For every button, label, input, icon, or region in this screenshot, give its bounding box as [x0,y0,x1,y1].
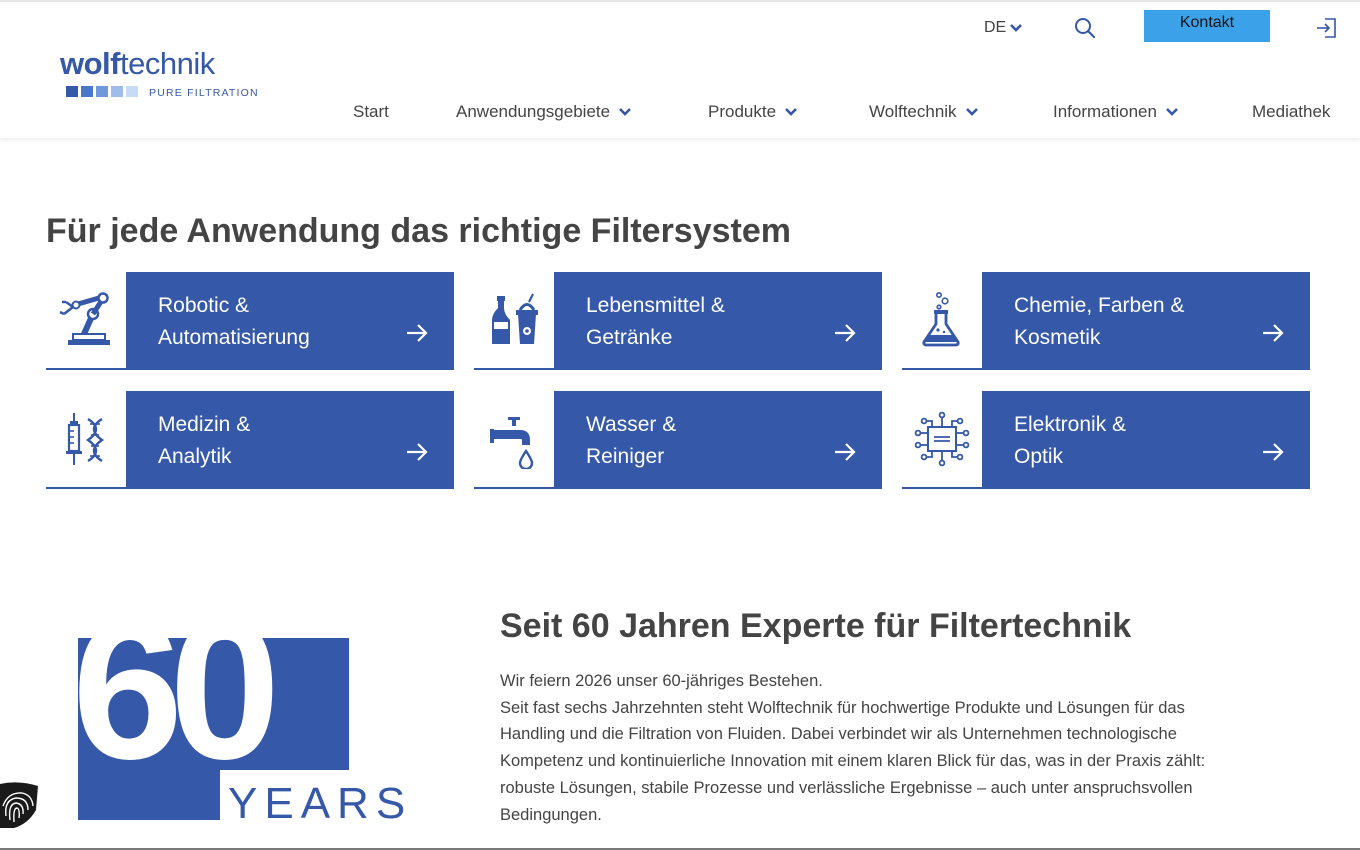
circuit-icon [914,411,970,467]
chevron-down-icon [619,108,631,116]
site-header: wolftechnik PURE FILTRATION DE Kontakt S… [0,0,1360,138]
syringe-dna-icon [66,413,105,465]
tile-chemie[interactable]: Chemie, Farben & Kosmetik [902,272,1312,370]
tile-label: Chemie, Farben & Kosmetik [1014,294,1185,349]
nav-label: Informationen [1053,102,1157,121]
arrow-right-icon [1263,324,1284,342]
tile-label: Elektronik & Optik [1014,413,1127,468]
tile-icon-box [902,272,982,370]
tile-panel: Elektronik & Optik [982,391,1310,489]
tile-label: Robotic & Automatisierung [158,294,310,349]
arrow-right-icon [407,324,428,342]
main-navigation: Start Anwendungsgebiete Produkte Wolftec… [0,102,1360,124]
logo-square [111,86,123,97]
logo-square [81,86,93,97]
language-selector[interactable]: DE [984,19,1023,37]
tile-panel: Wasser & Reiniger [554,391,882,489]
search-icon[interactable] [1073,16,1097,40]
logo-squares [66,86,138,97]
nav-label: Anwendungsgebiete [456,102,611,121]
paragraph-line: Handling und die Filtration von Fluiden.… [500,725,1177,744]
robot-arm-icon [59,292,110,345]
nav-item-start[interactable]: Start [353,102,389,122]
arrow-right-icon [835,443,856,461]
tile-panel: Chemie, Farben & Kosmetik [982,272,1310,370]
tile-label: Lebensmittel & Getränke [586,294,725,349]
nav-label: Wolftechnik [869,102,957,121]
tile-elektronik[interactable]: Elektronik & Optik [902,391,1312,489]
tile-icon-box [46,272,126,370]
chevron-down-icon [1010,24,1023,32]
applications-heading: Für jede Anwendung das richtige Filtersy… [46,212,791,250]
paragraph-line: Seit fast sechs Jahrzehnten steht Wolfte… [500,698,1185,717]
tile-panel: Robotic & Automatisierung [126,272,454,370]
tile-robotic[interactable]: Robotic & Automatisierung [46,272,456,370]
tile-icon-box [474,272,554,370]
tile-medizin[interactable]: Medizin & Analytik [46,391,456,489]
sixty-years-badge: 60 YEARS [78,636,418,822]
paragraph-line: Kompetenz und kontinuierliche Innovation… [500,752,1206,771]
tile-panel: Medizin & Analytik [126,391,454,489]
logo-wordmark: wolftechnik [60,46,215,81]
chevron-down-icon [1166,108,1178,116]
logo-square [66,86,78,97]
nav-item-produkte[interactable]: Produkte [708,102,798,122]
tile-panel: Lebensmittel & Getränke [554,272,882,370]
nav-item-anwendungsgebiete[interactable]: Anwendungsgebiete [456,102,632,122]
paragraph-line: robuste Lösungen, stabile Prozesse und v… [500,778,1193,797]
paragraph-line: Bedingungen. [500,805,602,824]
nav-label: Start [353,102,389,121]
flask-icon [922,291,960,347]
login-icon[interactable] [1316,17,1338,39]
bottles-icon [492,293,538,344]
chevron-down-icon [785,108,797,116]
logo-tagline: PURE FILTRATION [149,87,259,99]
logo-square [126,86,138,97]
tile-label: Medizin & Analytik [158,413,251,468]
paragraph-line: Wir feiern 2026 unser 60-jähriges Besteh… [500,672,823,690]
arrow-right-icon [1263,443,1284,461]
anniversary-text: Wir feiern 2026 unser 60-jähriges Besteh… [500,668,1300,828]
anniversary-heading: Seit 60 Jahren Experte für Filtertechnik [500,607,1132,645]
tile-lebensmittel[interactable]: Lebensmittel & Getränke [474,272,884,370]
nav-item-informationen[interactable]: Informationen [1053,102,1179,122]
arrow-right-icon [835,324,856,342]
tile-icon-box [46,391,126,489]
tile-label: Wasser & Reiniger [586,413,677,468]
nav-label: Produkte [708,102,777,121]
nav-item-mediathek[interactable]: Mediathek [1252,102,1330,122]
fingerprint-shield-icon[interactable] [0,776,40,828]
tile-icon-box [902,391,982,489]
brand-logo[interactable]: wolftechnik PURE FILTRATION [60,46,260,102]
arrow-right-icon [407,443,428,461]
badge-word: YEARS [228,779,412,822]
language-label: DE [984,19,1007,36]
logo-square [96,86,108,97]
kontakt-button[interactable]: Kontakt [1144,10,1270,42]
nav-label: Mediathek [1252,102,1331,121]
tile-icon-box [474,391,554,489]
tile-wasser[interactable]: Wasser & Reiniger [474,391,884,489]
faucet-icon [490,417,534,469]
chevron-down-icon [965,108,978,116]
nav-item-wolftechnik[interactable]: Wolftechnik [869,102,979,122]
